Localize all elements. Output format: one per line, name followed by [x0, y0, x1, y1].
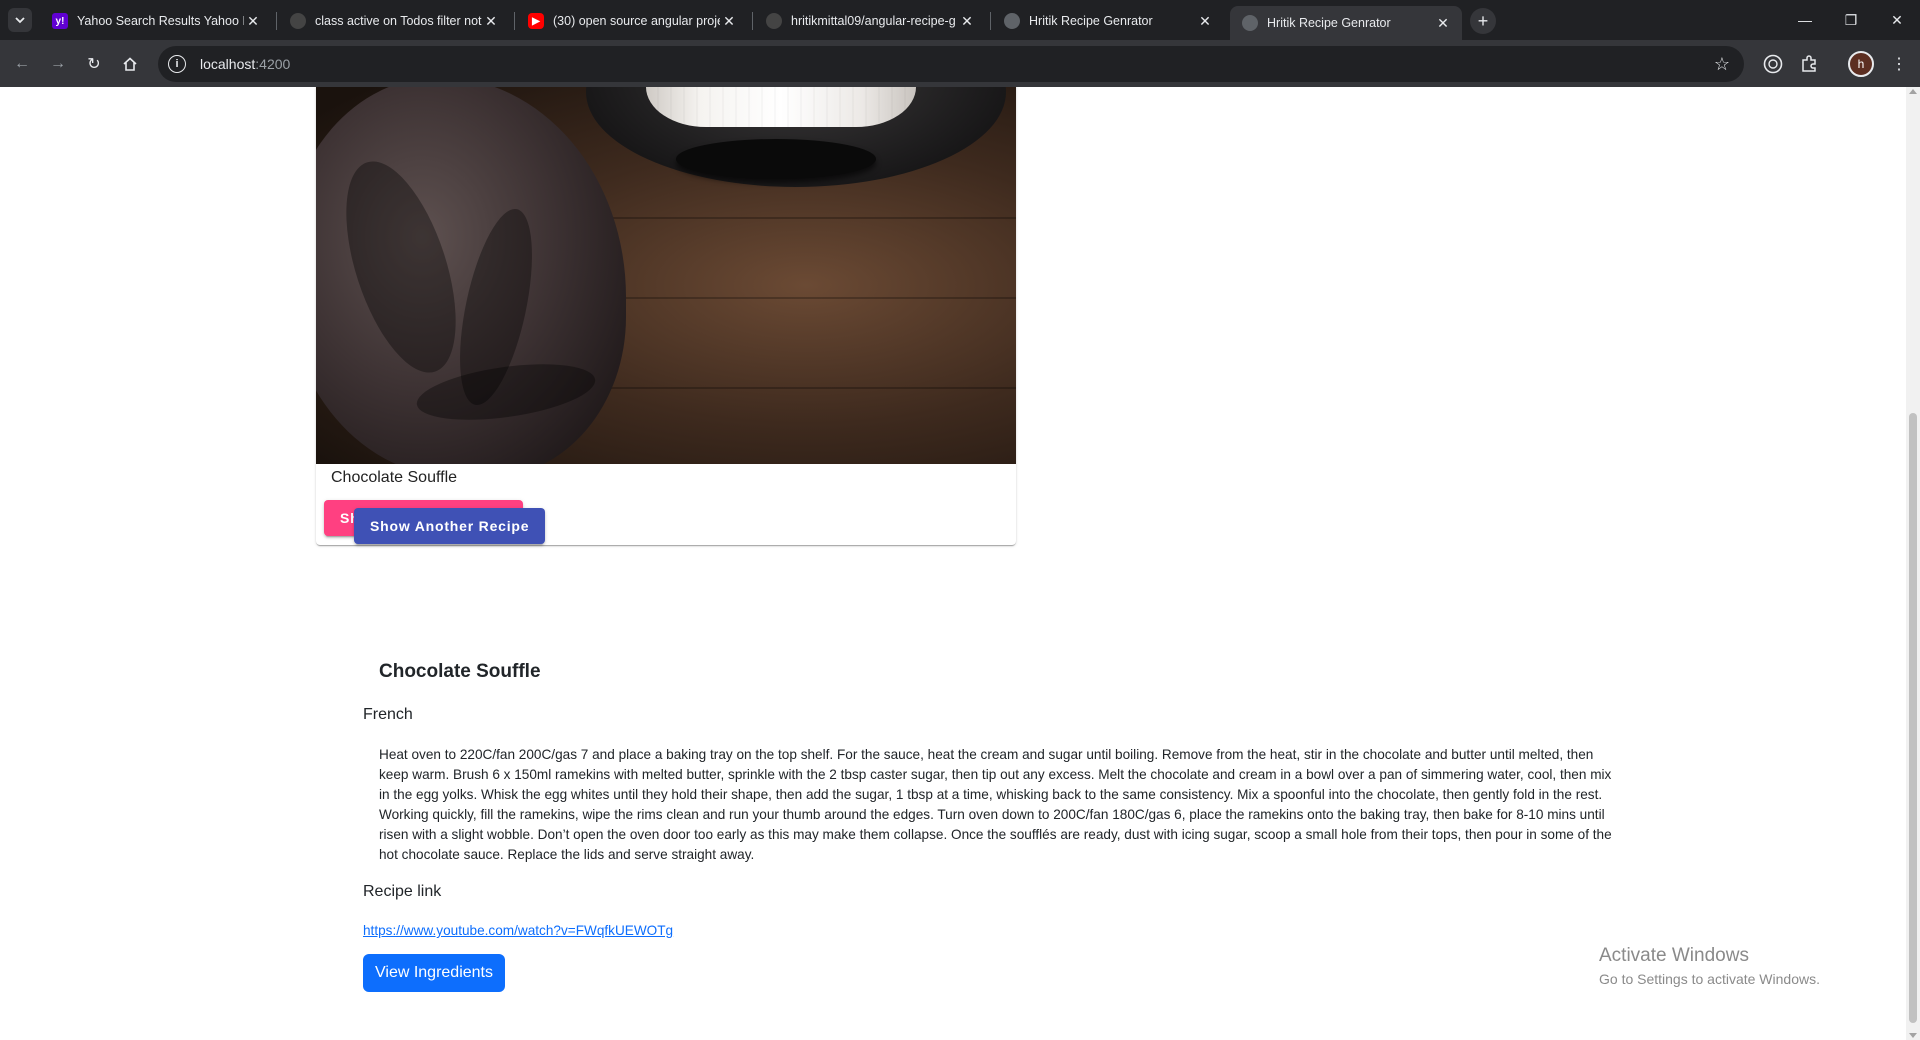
show-another-recipe-button[interactable]: Show Another Recipe — [354, 508, 546, 544]
tab-title: Hritik Recipe Genrator — [1267, 16, 1391, 30]
close-icon[interactable]: ✕ — [958, 13, 976, 30]
new-tab-button[interactable]: + — [1470, 8, 1496, 34]
page-viewport: Chocolate Souffle Show Details of recipe… — [0, 87, 1906, 1040]
window-close-button[interactable]: ✕ — [1874, 0, 1920, 40]
home-icon — [123, 57, 137, 71]
recipe-video-link[interactable]: https://www.youtube.com/watch?v=FWqfkUEW… — [363, 923, 673, 938]
recipe-area: French — [363, 706, 413, 723]
tab-separator — [752, 12, 753, 30]
tab-youtube[interactable]: ▶ (30) open source angular projec ✕ — [516, 6, 748, 36]
reload-icon: ↻ — [87, 56, 101, 73]
tab-separator — [990, 12, 991, 30]
home-button[interactable] — [114, 48, 146, 80]
watermark-line1: Activate Windows — [1599, 945, 1749, 966]
close-icon[interactable]: ✕ — [1434, 15, 1452, 32]
url-host: localhost — [200, 56, 256, 72]
tab-recipe-1[interactable]: Hritik Recipe Genrator ✕ — [992, 6, 1224, 36]
youtube-icon: ▶ — [528, 13, 544, 29]
activate-windows-watermark: Activate Windows Go to Settings to activ… — [1599, 945, 1820, 987]
tab-separator — [276, 12, 277, 30]
tab-title: (30) open source angular projec — [553, 14, 720, 28]
recipe-detail-title: Chocolate Souffle — [379, 661, 541, 682]
close-icon[interactable]: ✕ — [720, 13, 738, 30]
url-port: :4200 — [255, 56, 291, 72]
watermark-line2: Go to Settings to activate Windows. — [1599, 971, 1820, 987]
tab-github-todos[interactable]: class active on Todos filter not s ✕ — [278, 6, 510, 36]
address-bar[interactable]: i localhost:4200 ☆ — [158, 46, 1744, 82]
recipe-card: Chocolate Souffle Show Details of recipe — [316, 87, 1016, 545]
scroll-up-arrow-icon[interactable] — [1909, 89, 1917, 94]
tab-strip: y! Yahoo Search Results Yahoo Ind ✕ clas… — [0, 0, 1920, 40]
scrollbar-thumb[interactable] — [1909, 413, 1917, 1023]
extensions-puzzle-icon[interactable] — [1798, 53, 1820, 75]
minimize-icon: — — [1798, 12, 1812, 28]
profile-initial: h — [1857, 57, 1865, 71]
restore-icon: ❐ — [1844, 11, 1858, 28]
page-scrollbar[interactable] — [1906, 87, 1920, 1040]
tab-separator — [514, 12, 515, 30]
chevron-down-icon — [15, 17, 25, 24]
recipe-instructions: Heat oven to 220C/fan 200C/gas 7 and pla… — [379, 747, 1612, 862]
info-icon[interactable]: i — [168, 55, 186, 73]
github-icon — [766, 13, 782, 29]
tab-title: class active on Todos filter not s — [315, 14, 482, 28]
arrow-right-icon: → — [50, 55, 66, 72]
globe-icon — [1004, 13, 1020, 29]
close-icon[interactable]: ✕ — [482, 13, 500, 30]
yahoo-icon: y! — [52, 13, 68, 29]
extension-shield-icon[interactable] — [1762, 53, 1784, 75]
view-ingredients-button[interactable]: View Ingredients — [363, 954, 505, 992]
forward-button[interactable]: → — [42, 48, 74, 80]
tab-title: hritikmittal09/angular-recipe-g — [791, 14, 956, 28]
recipe-image — [316, 87, 1016, 464]
back-button[interactable]: ← — [6, 48, 38, 80]
tab-title: Yahoo Search Results Yahoo Ind — [77, 14, 244, 28]
bookmark-star-icon[interactable]: ☆ — [1714, 54, 1730, 75]
plus-icon: + — [1477, 10, 1489, 31]
tab-github-repo[interactable]: hritikmittal09/angular-recipe-g ✕ — [754, 6, 986, 36]
restore-button[interactable]: ❐ — [1828, 0, 1874, 40]
profile-avatar[interactable]: h — [1848, 51, 1874, 77]
recipe-link-heading: Recipe link — [363, 883, 442, 900]
menu-kebab-icon[interactable]: ⋮ — [1888, 53, 1910, 75]
close-icon[interactable]: ✕ — [244, 13, 262, 30]
globe-icon — [1242, 15, 1258, 31]
tab-recipe-active[interactable]: Hritik Recipe Genrator ✕ — [1230, 6, 1462, 40]
recipe-card-title: Chocolate Souffle — [331, 469, 458, 486]
github-icon — [290, 13, 306, 29]
tab-title: Hritik Recipe Genrator — [1029, 14, 1153, 28]
close-icon: ✕ — [1891, 11, 1903, 28]
arrow-left-icon: ← — [14, 55, 30, 72]
reload-button[interactable]: ↻ — [78, 48, 110, 80]
tab-search-button[interactable] — [8, 8, 32, 32]
browser-toolbar: ← → ↻ i localhost:4200 ☆ h ⋮ — [0, 40, 1920, 87]
tab-yahoo[interactable]: y! Yahoo Search Results Yahoo Ind ✕ — [40, 6, 272, 36]
minimize-button[interactable]: — — [1782, 0, 1828, 40]
scroll-down-arrow-icon[interactable] — [1909, 1033, 1917, 1038]
close-icon[interactable]: ✕ — [1196, 13, 1214, 30]
